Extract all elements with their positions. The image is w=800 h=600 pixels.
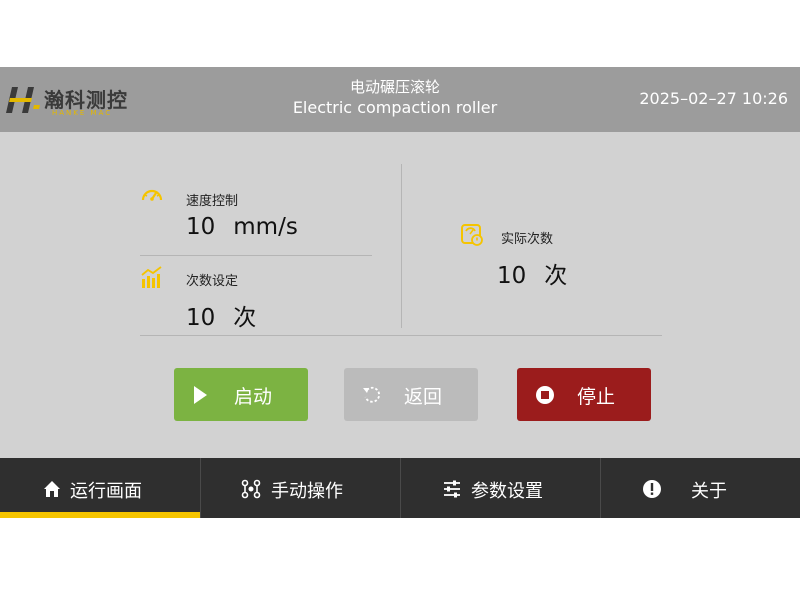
count-setting-value: 10 bbox=[186, 305, 216, 331]
datetime-display: 2025–02–27 10:26 bbox=[639, 89, 788, 108]
sliders-icon bbox=[444, 480, 460, 498]
stop-button[interactable]: 停止 bbox=[517, 368, 651, 421]
bottom-divider bbox=[140, 335, 662, 336]
count-setting-value-display[interactable]: 10 次 bbox=[186, 298, 256, 332]
title-chinese: 电动碾压滚轮 bbox=[349, 78, 440, 96]
run-screen-panel: 速度控制 10 mm/s 次数设定 10 次 实际次数 10 次 启动 返回 停… bbox=[0, 132, 800, 458]
nav-item-label: 手动操作 bbox=[271, 481, 343, 502]
count-setting-label: 次数设定 bbox=[186, 274, 239, 289]
title-english: Electric compaction roller bbox=[292, 98, 498, 117]
bottom-nav: 运行画面 手动操作 参数设置 关于 bbox=[0, 458, 800, 518]
page-title: 电动碾压滚轮 Electric compaction roller bbox=[250, 77, 540, 119]
count-setting-unit: 次 bbox=[233, 305, 257, 331]
home-icon bbox=[44, 481, 60, 497]
info-icon bbox=[643, 480, 661, 498]
logo-subtitle: HANKE MAC bbox=[52, 109, 113, 117]
actual-count-value: 10 bbox=[497, 263, 527, 289]
start-button-label: 启动 bbox=[234, 386, 273, 408]
divider bbox=[140, 255, 372, 256]
top-bar: 瀚科测控 HANKE MAC 电动碾压滚轮 Electric compactio… bbox=[0, 67, 800, 132]
vertical-divider bbox=[401, 164, 402, 328]
bar-chart-icon bbox=[141, 266, 162, 288]
stop-icon bbox=[536, 386, 554, 404]
company-logo: 瀚科测控 HANKE MAC bbox=[6, 83, 136, 119]
nav-item-run-screen[interactable]: 运行画面 bbox=[0, 458, 200, 518]
stop-button-label: 停止 bbox=[577, 386, 616, 408]
actual-count-value-display: 10 次 bbox=[497, 256, 567, 290]
back-button[interactable]: 返回 bbox=[344, 368, 478, 421]
nav-item-manual-operation[interactable]: 手动操作 bbox=[201, 458, 401, 518]
speed-value-display[interactable]: 10 mm/s bbox=[186, 214, 298, 240]
start-button[interactable]: 启动 bbox=[174, 368, 308, 421]
manual-icon bbox=[241, 479, 261, 499]
nav-item-label: 关于 bbox=[691, 481, 727, 502]
nav-item-about[interactable]: 关于 bbox=[601, 458, 800, 518]
speed-value: 10 bbox=[186, 214, 216, 240]
counter-icon bbox=[461, 224, 483, 246]
logo-mark-icon bbox=[6, 87, 40, 113]
actual-count-label: 实际次数 bbox=[501, 232, 554, 247]
speedometer-icon bbox=[141, 189, 163, 201]
nav-item-parameter-settings[interactable]: 参数设置 bbox=[401, 458, 601, 518]
return-icon bbox=[363, 386, 381, 403]
nav-item-label: 运行画面 bbox=[70, 481, 142, 502]
back-button-label: 返回 bbox=[404, 386, 443, 408]
active-tab-indicator bbox=[0, 512, 200, 518]
speed-label: 速度控制 bbox=[186, 194, 239, 209]
nav-item-label: 参数设置 bbox=[471, 481, 543, 502]
actual-count-unit: 次 bbox=[544, 263, 568, 289]
play-icon bbox=[194, 386, 207, 404]
speed-unit: mm/s bbox=[233, 214, 298, 240]
